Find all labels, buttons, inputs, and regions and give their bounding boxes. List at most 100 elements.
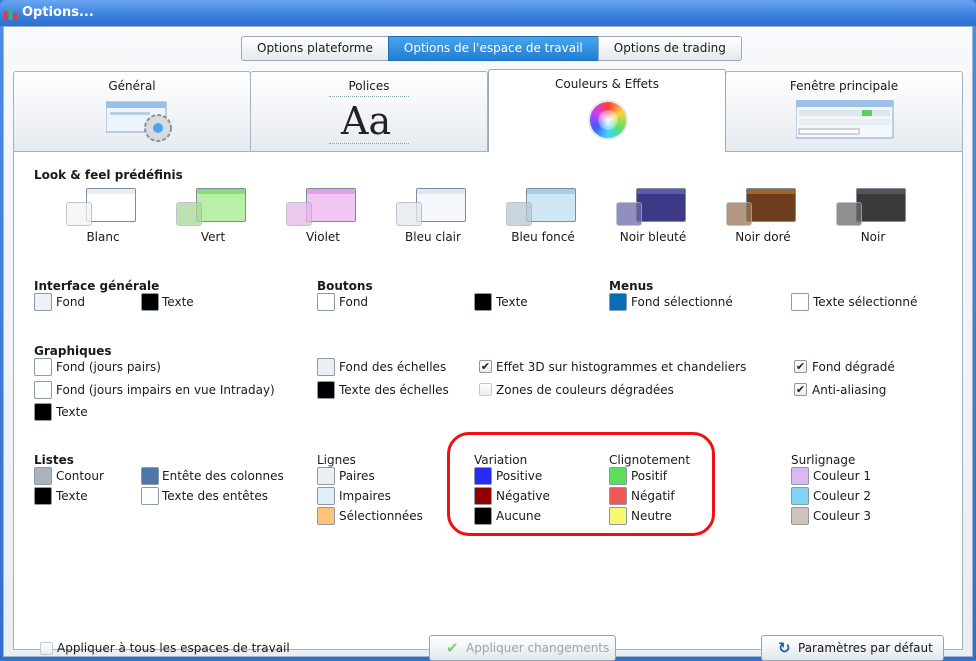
preset-label: Blanc: [86, 230, 120, 244]
graphiques-heading: Graphiques: [34, 344, 112, 358]
tab-options-espace-travail[interactable]: Options de l'espace de travail: [387, 36, 599, 61]
fond-degrade-label: Fond dégradé: [812, 360, 895, 374]
subtab-polices-label: Polices: [348, 79, 390, 93]
preset-label: Bleu foncé: [511, 230, 575, 244]
graph-texte-echelles-swatch[interactable]: [317, 381, 335, 399]
tab-options-plateforme[interactable]: Options plateforme: [241, 36, 389, 61]
preset-noir[interactable]: Noir: [818, 188, 928, 246]
boutons-texte-label: Texte: [496, 295, 528, 309]
general-settings-icon: [106, 101, 172, 142]
listes-contour-swatch[interactable]: [34, 467, 52, 485]
lignes-paires-label: Paires: [339, 469, 375, 483]
listes-entete-colonnes-swatch[interactable]: [141, 467, 159, 485]
anti-aliasing-checkbox[interactable]: ✔: [794, 383, 807, 396]
graph-fond-pairs-swatch[interactable]: [34, 358, 52, 376]
preset-noir-bleute[interactable]: Noir bleuté: [598, 188, 708, 246]
tab-options-trading[interactable]: Options de trading: [597, 36, 742, 61]
interface-fond-swatch[interactable]: [34, 293, 52, 311]
subtab-couleurs-effets[interactable]: Couleurs & Effets: [488, 69, 726, 152]
listes-texte-entetes-swatch[interactable]: [141, 487, 159, 505]
menus-texte-selectionne-label: Texte sélectionné: [813, 295, 918, 309]
preset-vert[interactable]: Vert: [158, 188, 268, 246]
interface-texte-label: Texte: [162, 295, 194, 309]
surlignage-couleur1-label: Couleur 1: [813, 469, 872, 483]
zones-degradees-checkbox[interactable]: [479, 383, 492, 396]
preset-window-shape: [306, 188, 356, 222]
preset-window-shape: [526, 188, 576, 222]
apply-all-checkbox[interactable]: [40, 642, 53, 655]
menus-fond-selectionne-label: Fond sélectionné: [631, 295, 733, 309]
top-tabs: Options plateforme Options de l'espace d…: [241, 36, 742, 61]
lignes-impaires-label: Impaires: [339, 489, 391, 503]
preset-bleu-fonce[interactable]: Bleu foncé: [488, 188, 598, 246]
colors-effects-panel: Look & feel prédéfinis Blanc Vert Violet…: [13, 151, 963, 661]
effet-3d-checkbox[interactable]: ✔: [479, 360, 492, 373]
reset-arrow-icon: ↻: [778, 639, 791, 657]
boutons-fond-label: Fond: [339, 295, 369, 309]
menus-texte-selectionne-swatch[interactable]: [791, 293, 809, 311]
preset-noir-dore[interactable]: Noir doré: [708, 188, 818, 246]
graph-texte-label: Texte: [56, 405, 88, 419]
anti-aliasing-label: Anti-aliasing: [812, 383, 887, 397]
subtab-polices[interactable]: Polices Aa: [250, 71, 488, 151]
lignes-paires-swatch[interactable]: [317, 467, 335, 485]
preset-blanc[interactable]: Blanc: [48, 188, 158, 246]
surlignage-couleur2-label: Couleur 2: [813, 489, 872, 503]
surlignage-couleur1-swatch[interactable]: [791, 467, 809, 485]
check-icon: ✔: [446, 639, 459, 657]
preset-label: Violet: [305, 230, 341, 244]
subtab-fenetre-principale[interactable]: Fenêtre principale: [725, 71, 963, 151]
preset-label: Bleu clair: [405, 230, 461, 244]
surlignage-couleur2-swatch[interactable]: [791, 487, 809, 505]
preset-window-shape: [196, 188, 246, 222]
default-settings-button[interactable]: ↻ Paramètres par défaut: [761, 635, 944, 661]
apply-changes-button[interactable]: ✔ Appliquer changements: [429, 635, 616, 661]
fond-degrade-checkbox[interactable]: ✔: [794, 360, 807, 373]
subtab-couleurs-label: Couleurs & Effets: [554, 77, 659, 91]
preset-label: Noir: [860, 230, 886, 244]
lignes-selectionnees-label: Sélectionnées: [339, 509, 423, 523]
font-sample-glyph: Aa: [341, 99, 392, 143]
client-area: Options plateforme Options de l'espace d…: [3, 26, 973, 661]
boutons-heading: Boutons: [317, 279, 373, 293]
color-wheel-icon: [588, 100, 628, 140]
preset-violet[interactable]: Violet: [268, 188, 378, 246]
red-highlight-annotation: [447, 432, 715, 536]
lignes-impaires-swatch[interactable]: [317, 487, 335, 505]
lignes-selectionnees-swatch[interactable]: [317, 507, 335, 525]
lignes-heading: Lignes: [317, 453, 356, 467]
interface-heading: Interface générale: [34, 279, 160, 293]
graph-fond-impairs-swatch[interactable]: [34, 381, 52, 399]
apply-all-label: Appliquer à tous les espaces de travail: [57, 641, 290, 655]
graph-fond-impairs-label: Fond (jours impairs en vue Intraday): [56, 383, 275, 397]
listes-texte-swatch[interactable]: [34, 487, 52, 505]
surlignage-heading: Surlignage: [791, 453, 856, 467]
surlignage-couleur3-swatch[interactable]: [791, 507, 809, 525]
app-candlestick-icon: [4, 6, 18, 20]
preset-label: Noir doré: [735, 230, 791, 244]
graph-texte-swatch[interactable]: [34, 403, 52, 421]
zones-degradees-label: Zones de couleurs dégradées: [496, 383, 674, 397]
font-sample-icon: Aa: [329, 96, 409, 144]
options-window: Options... Options plateforme Options de…: [0, 0, 976, 661]
preset-window-shape: [636, 188, 686, 222]
listes-heading: Listes: [34, 453, 74, 467]
boutons-fond-swatch[interactable]: [317, 293, 335, 311]
subtab-general[interactable]: Général: [13, 71, 251, 151]
graph-fond-echelles-label: Fond des échelles: [339, 360, 447, 374]
effet-3d-label: Effet 3D sur histogrammes et chandeliers: [496, 360, 747, 374]
interface-fond-label: Fond: [56, 295, 86, 309]
boutons-texte-swatch[interactable]: [474, 293, 492, 311]
listes-texte-entetes-label: Texte des entêtes: [162, 489, 268, 503]
surlignage-couleur3-label: Couleur 3: [813, 509, 872, 523]
title-bar[interactable]: Options...: [0, 0, 976, 26]
preset-window-shape: [856, 188, 906, 222]
listes-entete-colonnes-label: Entête des colonnes: [162, 469, 284, 483]
graph-texte-echelles-label: Texte des échelles: [339, 383, 449, 397]
menus-fond-selectionne-swatch[interactable]: [609, 293, 627, 311]
preset-bleu-clair[interactable]: Bleu clair: [378, 188, 488, 246]
default-settings-label: Paramètres par défaut: [798, 641, 933, 655]
listes-contour-label: Contour: [56, 469, 104, 483]
graph-fond-echelles-swatch[interactable]: [317, 358, 335, 376]
interface-texte-swatch[interactable]: [141, 293, 159, 311]
